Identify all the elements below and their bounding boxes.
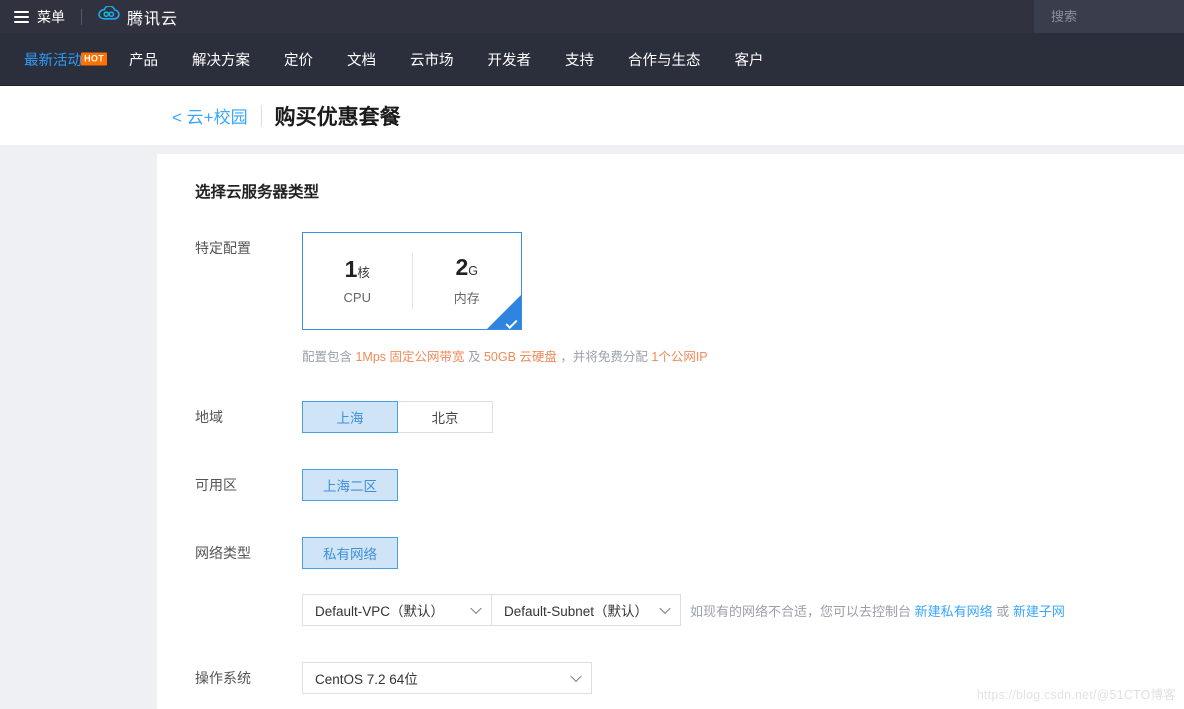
top-bar: 菜单 腾讯云 <box>0 0 1184 33</box>
vpc-select-value: Default-VPC（默认） <box>315 604 445 619</box>
nav-item-marketplace[interactable]: 云市场 <box>393 49 471 70</box>
spec-field: 1核 CPU 2G 内存 配置包含 1Mps 固定公网带宽 及 50GB 云硬盘… <box>302 232 1184 365</box>
nav-item-latest-activity[interactable]: 最新活动 HOT <box>12 49 112 70</box>
nav-item-products[interactable]: 产品 <box>112 49 175 70</box>
header-separator <box>260 104 262 127</box>
menu-button[interactable]: 菜单 <box>14 7 65 27</box>
top-bar-left: 菜单 腾讯云 <box>0 0 178 33</box>
brand-name: 腾讯云 <box>127 10 179 28</box>
chevron-down-icon <box>470 602 482 615</box>
spec-note-highlight: 1个公网IP <box>651 350 708 364</box>
spec-note-highlight: 1Mps 固定公网带宽 <box>355 350 465 364</box>
spec-cpu-sub: CPU <box>343 289 371 305</box>
watermark: https://blog.csdn.net/@51CTO博客 <box>977 684 1176 703</box>
spec-cpu-value: 1核 <box>303 255 412 282</box>
chevron-down-icon <box>570 670 582 683</box>
spec-card-option[interactable]: 1核 CPU 2G 内存 <box>302 232 522 330</box>
menu-label: 菜单 <box>37 8 65 25</box>
region-field: 上海 北京 <box>302 401 1184 433</box>
region-label: 地域 <box>195 409 223 425</box>
form-row-network: 网络类型 私有网络 Default-VPC（默认） Default-Subnet… <box>195 537 1184 626</box>
os-select[interactable]: CentOS 7.2 64位 <box>302 662 592 694</box>
brand-logo-link[interactable]: 腾讯云 <box>98 5 178 29</box>
page-title: 购买优惠套餐 <box>274 105 401 129</box>
os-label: 操作系统 <box>195 670 251 686</box>
search-input[interactable] <box>1051 9 1184 24</box>
spec-note-text: ，并将免费分配 <box>556 350 652 364</box>
network-hint: 如现有的网络不合适，您可以去控制台 新建私有网络 或 新建子网 <box>690 601 1065 620</box>
subnet-select-value: Default-Subnet（默认） <box>504 604 649 619</box>
os-select-value: CentOS 7.2 64位 <box>315 672 418 687</box>
watermark-url: https://blog.csdn.net/ <box>976 688 1097 702</box>
form-row-region: 地域 上海 北京 <box>195 401 1184 433</box>
region-option-shanghai[interactable]: 上海 <box>302 401 398 433</box>
search-box[interactable] <box>1034 0 1184 33</box>
form-row-zone: 可用区 上海二区 <box>195 469 1184 501</box>
nav-item-customers[interactable]: 客户 <box>718 49 781 70</box>
spec-note-text: 及 <box>464 350 484 364</box>
spec-note: 配置包含 1Mps 固定公网带宽 及 50GB 云硬盘 ，并将免费分配 1个公网… <box>302 346 1184 365</box>
network-label: 网络类型 <box>195 545 251 561</box>
spec-label: 特定配置 <box>195 240 251 256</box>
network-option-vpc[interactable]: 私有网络 <box>302 537 398 569</box>
subnet-select[interactable]: Default-Subnet（默认） <box>491 594 681 626</box>
nav-item-label: 最新活动 <box>24 52 82 69</box>
top-bar-divider <box>81 8 82 25</box>
create-vpc-link[interactable]: 新建私有网络 <box>915 604 993 619</box>
spec-note-text: 配置包含 <box>302 350 356 364</box>
main-nav: 最新活动 HOT 产品 解决方案 定价 文档 云市场 开发者 支持 合作与生态 … <box>0 33 1184 86</box>
page-header: < 云+校园 购买优惠套餐 <box>0 86 1184 145</box>
zone-field: 上海二区 <box>302 469 1184 501</box>
spec-cpu-number: 1 <box>344 255 358 282</box>
zone-label: 可用区 <box>195 477 237 493</box>
hot-badge: HOT <box>81 52 107 66</box>
page-body: 选择云服务器类型 特定配置 1核 CPU 2G 内存 配置包含 1Mps 固定公… <box>0 145 1184 709</box>
nav-item-developers[interactable]: 开发者 <box>471 49 549 70</box>
spacer-inner <box>302 569 1184 594</box>
spec-note-highlight: 50GB 云硬盘 <box>483 350 557 364</box>
form-row-spec: 特定配置 1核 CPU 2G 内存 配置包含 1Mps 固定公网带宽 及 50G… <box>195 232 1184 365</box>
spec-memory-unit: G <box>468 263 479 278</box>
nav-item-docs[interactable]: 文档 <box>330 49 393 70</box>
nav-item-solutions[interactable]: 解决方案 <box>175 49 267 70</box>
nav-item-pricing[interactable]: 定价 <box>267 49 330 70</box>
spec-cpu: 1核 CPU <box>303 255 412 305</box>
zone-option-shanghai-2[interactable]: 上海二区 <box>302 469 398 501</box>
zone-button-group: 上海二区 <box>302 469 1184 501</box>
spec-memory-number: 2 <box>455 253 469 280</box>
network-hint-mid: 或 <box>992 603 1013 619</box>
selected-corner-triangle <box>487 295 521 329</box>
create-subnet-link[interactable]: 新建子网 <box>1013 604 1065 619</box>
region-option-beijing[interactable]: 北京 <box>397 401 493 433</box>
nav-item-support[interactable]: 支持 <box>548 49 611 70</box>
nav-item-partners[interactable]: 合作与生态 <box>611 49 718 70</box>
spec-cpu-unit: 核 <box>357 265 370 280</box>
hamburger-icon <box>14 10 29 23</box>
region-button-group: 上海 北京 <box>302 401 1184 433</box>
cloud-logo-icon <box>98 5 120 27</box>
watermark-tag: @51CTO博客 <box>1096 688 1176 702</box>
network-hint-prefix: 如现有的网络不合适，您可以去控制台 <box>690 603 915 619</box>
back-link[interactable]: < 云+校园 <box>172 103 248 128</box>
network-select-row: Default-VPC（默认） Default-Subnet（默认） 如现有的网… <box>302 594 1184 626</box>
section-title: 选择云服务器类型 <box>195 184 320 201</box>
network-button-group: 私有网络 <box>302 537 1184 569</box>
content-card: 选择云服务器类型 特定配置 1核 CPU 2G 内存 配置包含 1Mps 固定公… <box>157 154 1184 709</box>
network-field: 私有网络 Default-VPC（默认） Default-Subnet（默认） … <box>302 537 1184 626</box>
spec-memory-value: 2G <box>413 253 522 280</box>
vpc-select[interactable]: Default-VPC（默认） <box>302 594 492 626</box>
chevron-down-icon <box>659 602 671 615</box>
